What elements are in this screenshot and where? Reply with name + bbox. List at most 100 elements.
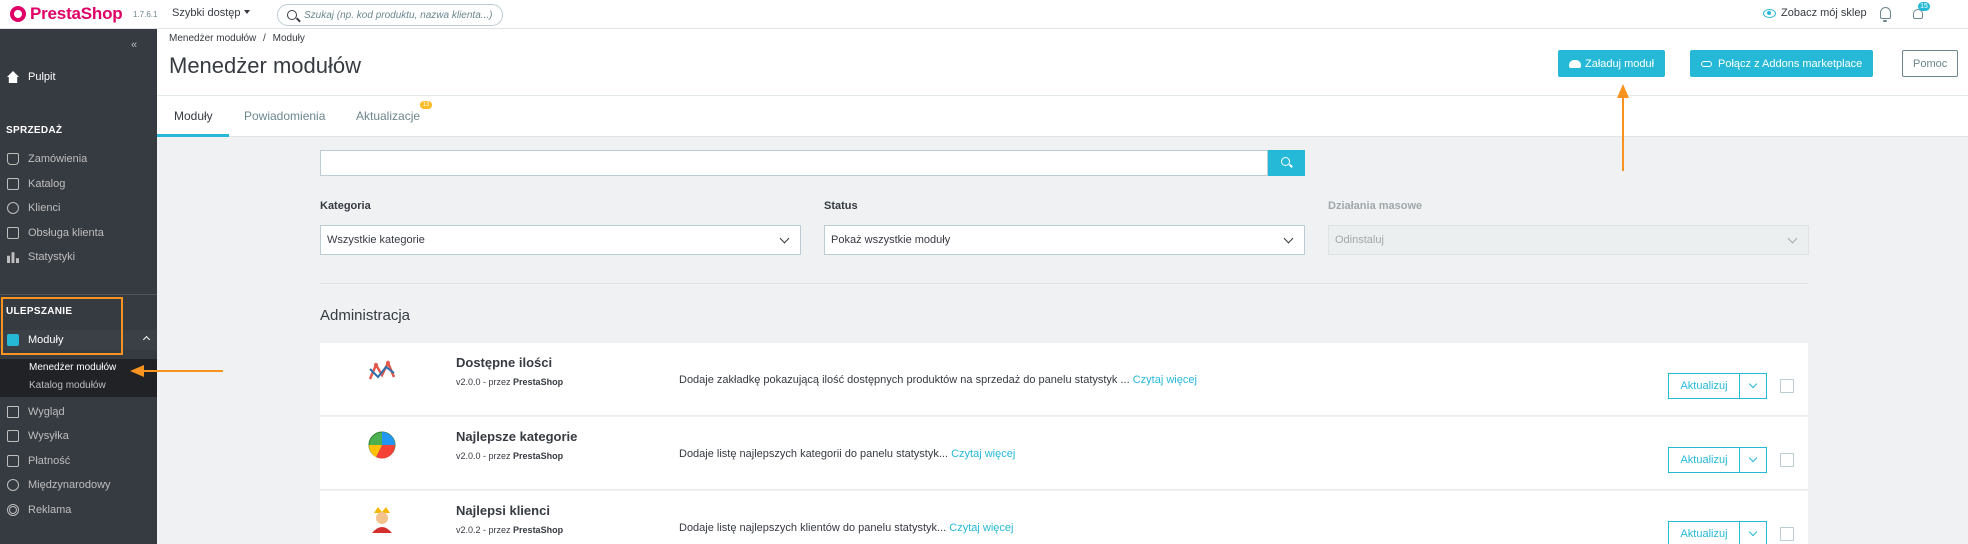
addons-connect-label: Połącz z Addons marketplace <box>1718 57 1863 70</box>
version-label: 1.7.6.1 <box>133 10 158 19</box>
update-button[interactable]: Aktualizuj <box>1668 447 1740 473</box>
sidebar-item-label: Wysyłka <box>28 430 69 442</box>
sidebar-item-stats[interactable]: Statystyki <box>0 247 157 267</box>
arrow-head-left-icon <box>130 365 144 377</box>
module-version: v2.0.0 - przez PrestaShop <box>456 377 564 387</box>
module-version: v2.0.2 - przez PrestaShop <box>456 525 564 535</box>
page-title: Menedżer modułów <box>169 53 361 78</box>
sidebar-item-marketing[interactable]: Reklama <box>0 500 157 520</box>
module-checkbox[interactable] <box>1780 453 1794 467</box>
collapse-sidebar-icon[interactable]: « <box>131 39 137 51</box>
global-search-input[interactable]: Szukaj (np. kod produktu, nazwa klienta.… <box>277 4 503 26</box>
module-description: Dodaje listę najlepszych klientów do pan… <box>679 522 1014 534</box>
update-dropdown-toggle[interactable] <box>1739 373 1767 399</box>
active-tab-indicator <box>157 134 229 137</box>
sidebar-item-catalog[interactable]: Katalog <box>0 174 157 194</box>
quick-access-label: Szybki dostęp <box>172 7 241 19</box>
search-icon <box>1281 157 1290 166</box>
read-more-link[interactable]: Czytaj więcej <box>951 448 1015 460</box>
update-button[interactable]: Aktualizuj <box>1668 373 1740 399</box>
caret-down-icon <box>244 10 251 14</box>
view-shop-link[interactable]: Zobacz mój sklep <box>1763 7 1867 19</box>
store-icon <box>7 178 19 190</box>
module-search-input[interactable] <box>320 150 1268 176</box>
bulk-actions-label: Działania masowe <box>1328 200 1423 212</box>
module-description: Dodaje listę najlepszych kategorii do pa… <box>679 448 1016 460</box>
basket-icon <box>7 153 19 165</box>
sidebar-divider <box>0 294 157 295</box>
bulk-actions-value: Odinstaluj <box>1335 234 1384 246</box>
tab-modules[interactable]: Moduły <box>174 109 213 123</box>
eye-icon <box>1763 8 1776 18</box>
chat-icon <box>7 227 19 239</box>
user-circle-icon <box>7 202 19 214</box>
chevron-down-icon <box>1283 233 1294 244</box>
bell-icon[interactable] <box>1880 7 1891 22</box>
status-value: Pokaż wszystkie moduły <box>831 234 951 246</box>
chevron-down-icon <box>1787 233 1798 244</box>
sidebar-item-customers[interactable]: Klienci <box>0 198 157 218</box>
pie-chart-icon <box>368 431 396 459</box>
help-button[interactable]: Pomoc <box>1902 50 1959 77</box>
breadcrumb-module-manager[interactable]: Menedżer modułów <box>169 33 256 44</box>
sidebar-item-shipping[interactable]: Wysyłka <box>0 426 157 446</box>
category-value: Wszystkie kategorie <box>327 234 425 246</box>
module-checkbox[interactable] <box>1780 527 1794 541</box>
home-icon <box>7 71 19 83</box>
module-description: Dodaje zakładkę pokazującą ilość dostępn… <box>679 374 1197 386</box>
category-select[interactable]: Wszystkie kategorie <box>320 225 801 255</box>
read-more-link[interactable]: Czytaj więcej <box>1133 374 1197 386</box>
module-row: Najlepsze kategorie v2.0.0 - przez Prest… <box>320 417 1808 490</box>
search-icon <box>287 10 297 20</box>
addons-connect-button[interactable]: Połącz z Addons marketplace <box>1690 50 1874 77</box>
bulk-actions-select: Odinstaluj <box>1328 225 1809 255</box>
global-search-placeholder: Szukaj (np. kod produktu, nazwa klienta.… <box>304 10 493 21</box>
update-dropdown-toggle[interactable] <box>1739 521 1767 544</box>
breadcrumb-modules: Moduły <box>272 33 305 44</box>
module-name: Najlepsi klienci <box>456 503 550 518</box>
module-name: Najlepsze kategorie <box>456 429 578 444</box>
module-row: Dostępne ilości v2.0.0 - przez PrestaSho… <box>320 343 1808 416</box>
king-icon <box>372 507 392 533</box>
monitor-icon <box>7 406 19 418</box>
upload-module-label: Załaduj moduł <box>1585 57 1655 70</box>
brand-name: PrestaShop <box>30 4 123 23</box>
notification-badge: 15 <box>1918 2 1930 11</box>
sidebar-item-international[interactable]: Międzynarodowy <box>0 475 157 495</box>
upload-module-button[interactable]: Załaduj moduł <box>1558 50 1666 77</box>
breadcrumb: Menedżer modułów / Moduły <box>169 33 305 44</box>
sidebar-item-payment[interactable]: Płatność <box>0 451 157 471</box>
customer-notifications[interactable]: 15 <box>1911 2 1930 22</box>
prestashop-logo[interactable]: PrestaShop <box>10 4 123 24</box>
tab-notifications[interactable]: Powiadomienia <box>244 109 325 123</box>
tab-updates[interactable]: Aktualizacje <box>356 109 420 123</box>
read-more-link[interactable]: Czytaj więcej <box>949 522 1013 534</box>
key-icon <box>1701 60 1712 67</box>
sidebar-item-label: Klienci <box>28 202 61 214</box>
status-label: Status <box>824 200 858 212</box>
sidebar-item-label: Zamówienia <box>28 153 88 165</box>
sidebar-item-label: Obsługa klienta <box>28 227 104 239</box>
sidebar-item-customer-service[interactable]: Obsługa klienta <box>0 223 157 243</box>
sidebar-item-dashboard[interactable]: Pulpit <box>0 67 157 87</box>
highlight-box <box>1 297 123 355</box>
chevron-up-icon <box>142 335 151 344</box>
page-header: Menedżer modułów / Moduły Menedżer moduł… <box>157 29 1968 95</box>
update-button[interactable]: Aktualizuj <box>1668 521 1740 544</box>
arrow-head-up-icon <box>1617 84 1629 98</box>
bar-chart-icon <box>7 252 19 263</box>
tabs: Moduły Powiadomienia Aktualizacje 13 <box>157 95 1968 137</box>
target-icon <box>7 504 19 516</box>
submenu-module-catalog[interactable]: Katalog modułów <box>29 380 106 391</box>
sidebar-item-orders[interactable]: Zamówienia <box>0 149 157 169</box>
status-select[interactable]: Pokaż wszystkie moduły <box>824 225 1305 255</box>
module-name: Dostępne ilości <box>456 355 553 370</box>
sidebar-item-design[interactable]: Wygląd <box>0 402 157 422</box>
module-search-button[interactable] <box>1268 150 1305 176</box>
module-checkbox[interactable] <box>1780 379 1794 393</box>
update-dropdown-toggle[interactable] <box>1739 447 1767 473</box>
quick-access-dropdown[interactable]: Szybki dostęp <box>172 7 251 19</box>
submenu-module-manager[interactable]: Menedżer modułów <box>29 362 116 373</box>
sidebar-item-label: Reklama <box>28 504 72 516</box>
divider <box>320 283 1808 284</box>
